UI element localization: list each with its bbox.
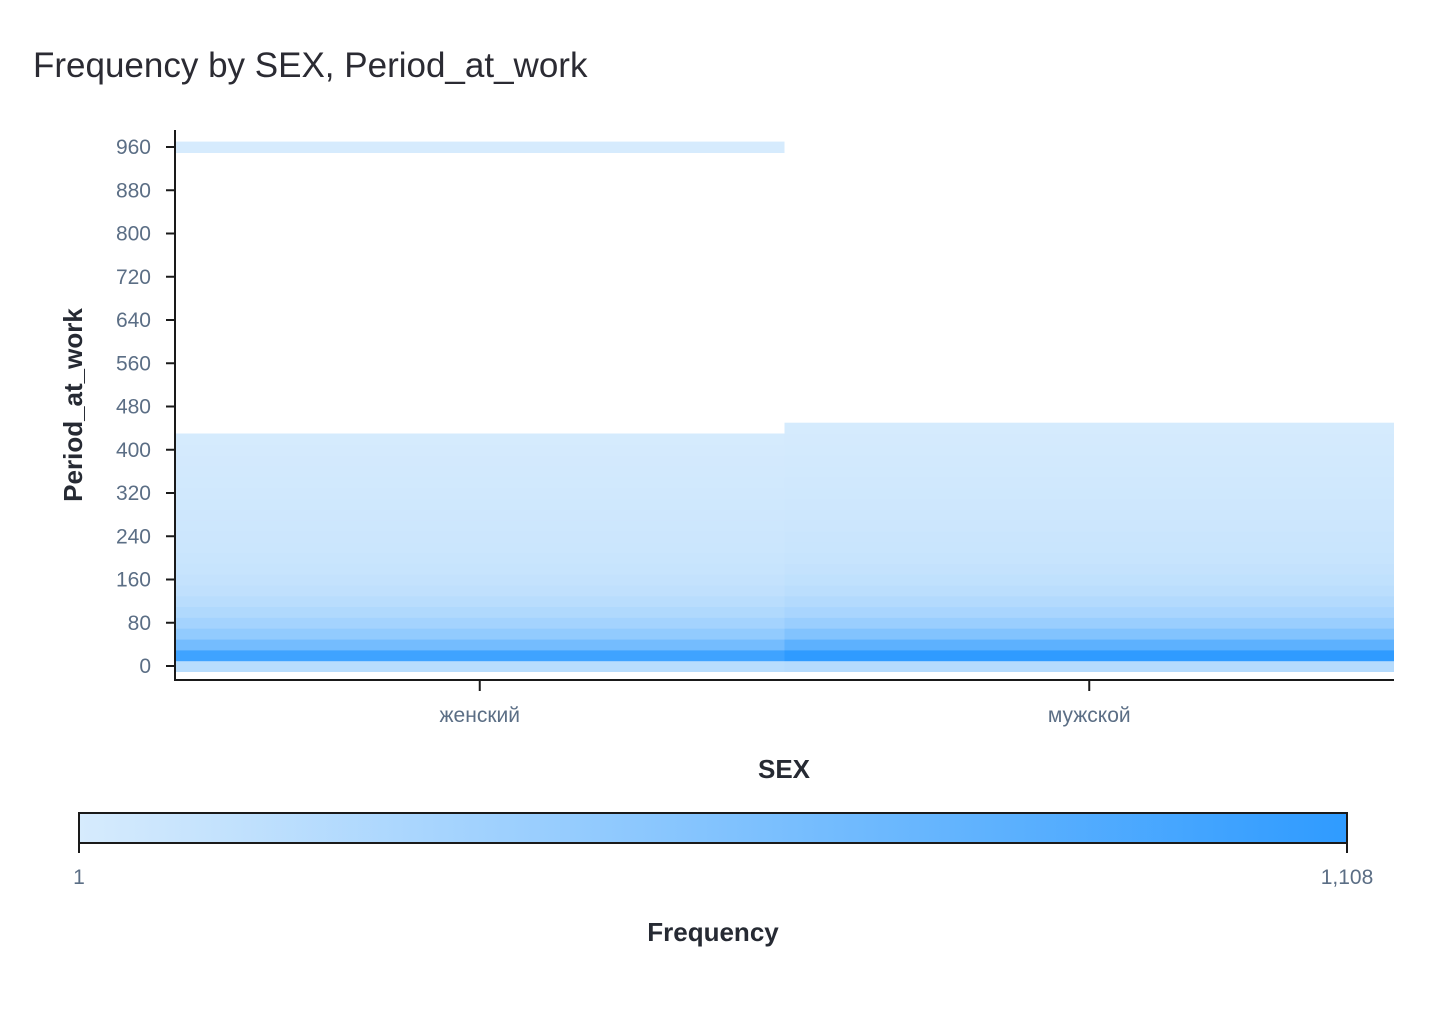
colorbar-label: Frequency — [647, 917, 779, 947]
heatmap-cell — [175, 541, 785, 554]
heatmap-cell — [784, 628, 1394, 640]
heatmap-cell — [175, 660, 785, 672]
y-tick-label: 800 — [116, 223, 151, 246]
y-axis-label: Period_at_work — [58, 308, 88, 502]
y-tick-label: 400 — [116, 439, 151, 462]
y-tick-label: 80 — [128, 612, 151, 635]
heatmap-cell — [175, 530, 785, 543]
heatmap-cell — [784, 639, 1394, 651]
x-tick-label: мужской — [1048, 704, 1131, 727]
heatmap-cell — [175, 639, 785, 651]
heatmap-cell — [175, 520, 785, 532]
y-tick-label: 720 — [116, 266, 151, 289]
heatmap-cell — [175, 584, 785, 597]
heatmap-cell — [175, 476, 785, 489]
heatmap-cell — [784, 487, 1394, 499]
heatmap-cell — [175, 628, 785, 640]
heatmap-cell — [175, 141, 785, 153]
colorbar-min-label: 1 — [73, 866, 85, 889]
heatmap-cell — [784, 476, 1394, 489]
x-axis-ticks: женский мужской — [440, 680, 1131, 727]
heatmap-cell — [784, 455, 1394, 467]
heatmap-cell — [784, 530, 1394, 543]
y-tick-label: 640 — [116, 309, 151, 332]
heatmap-cell — [175, 466, 785, 478]
heatmap-cell — [175, 649, 785, 662]
y-tick-label: 240 — [116, 525, 151, 548]
heatmap-cell — [784, 606, 1394, 618]
y-tick-label: 960 — [116, 136, 151, 159]
heatmap-cell — [175, 595, 785, 608]
heatmap-cell — [175, 563, 785, 575]
heatmap-cell — [784, 649, 1394, 662]
x-tick-label: женский — [440, 704, 520, 727]
heatmap-cell — [784, 422, 1394, 435]
heatmap-cell — [784, 444, 1394, 456]
heatmap-cell — [784, 466, 1394, 478]
y-tick-label: 160 — [116, 569, 151, 592]
heatmap-cell — [784, 541, 1394, 554]
heatmap-cell — [784, 433, 1394, 445]
heatmap-cell — [175, 487, 785, 499]
y-tick-label: 0 — [139, 655, 151, 678]
heatmap-cell — [175, 444, 785, 456]
heatmap-cell — [175, 617, 785, 629]
y-tick-label: 880 — [116, 179, 151, 202]
colorbar — [78, 812, 1348, 844]
colorbar-max-label: 1,108 — [1321, 866, 1374, 889]
heatmap-cell — [175, 455, 785, 467]
y-tick-label: 480 — [116, 396, 151, 419]
heatmap-cell — [175, 552, 785, 564]
heatmap-cell — [784, 552, 1394, 564]
heatmap-cell — [784, 509, 1394, 521]
heatmap-cell — [784, 595, 1394, 608]
x-axis-label: SEX — [758, 754, 811, 784]
y-tick-label: 320 — [116, 482, 151, 505]
y-tick-label: 560 — [116, 352, 151, 375]
heatmap-cell — [175, 574, 785, 586]
heatmap-cell — [175, 606, 785, 618]
y-axis-ticks: 0 80 160 240 320 400 480 560 640 720 800 880 960 — [116, 136, 175, 678]
heatmap-cell — [784, 617, 1394, 629]
heatmap-cell — [784, 498, 1394, 510]
heatmap-cell — [784, 520, 1394, 532]
heatmap-cell — [175, 509, 785, 521]
heatmap-chart: 0 80 160 240 320 400 480 560 640 720 800 880 960 жен… — [58, 130, 1394, 947]
heatmap-cell — [784, 574, 1394, 586]
heatmap-cell — [784, 584, 1394, 597]
heatmap-cell — [784, 660, 1394, 672]
heatmap-cell — [175, 498, 785, 510]
heatmap-cell — [175, 433, 785, 445]
heatmap-cells — [175, 141, 1394, 672]
heatmap-cell — [784, 563, 1394, 575]
